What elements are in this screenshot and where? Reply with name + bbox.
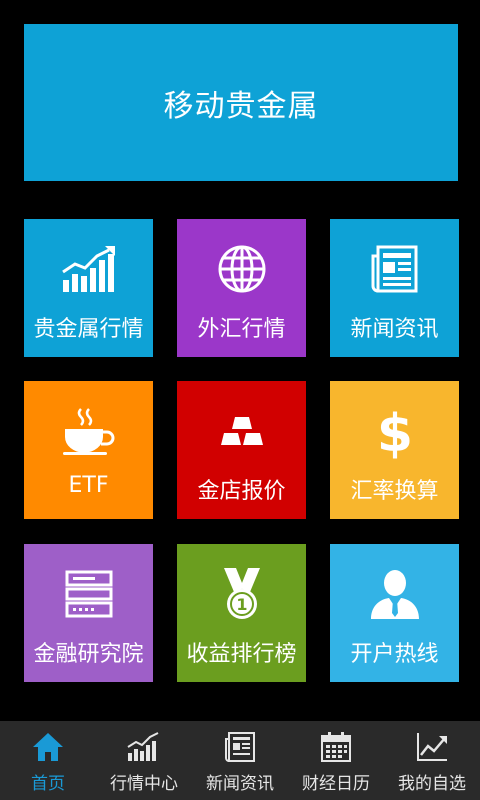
tile-gold-store-prices[interactable]: 金店报价 [177,381,306,519]
tile-forex-quotes[interactable]: 外汇行情 [177,219,306,357]
svg-text:1: 1 [236,595,247,614]
tile-label: 收益排行榜 [186,642,297,667]
tile-label: 外汇行情 [197,317,286,342]
tile-precious-metals-quotes[interactable]: 贵金属行情 [24,219,153,357]
bottom-navigation: 首页 行情中心 新闻资讯 财经日历 我的自选 [0,721,480,800]
market-chart-icon [126,729,162,765]
app-title: 移动贵金属 [163,88,319,124]
nav-label: 新闻资讯 [206,774,274,794]
server-icon [64,566,114,622]
nav-label: 首页 [31,774,65,794]
tile-label: 汇率换算 [350,479,439,504]
tile-account-opening-hotline[interactable]: 开户热线 [330,544,459,682]
bar-chart-trend-icon [61,241,117,297]
nav-item-financial-calendar[interactable]: 财经日历 [288,721,384,800]
tile-label: ETF [68,473,109,498]
newspaper-icon [224,729,256,765]
tile-label: 金融研究院 [33,642,144,667]
tile-etf[interactable]: ETF [24,381,153,519]
tile-news[interactable]: 新闻资讯 [330,219,459,357]
dollar-sign-icon: $ [373,403,417,459]
tile-financial-research-institute[interactable]: 金融研究院 [24,544,153,682]
trend-line-icon [415,729,449,765]
calendar-icon [320,729,352,765]
tile-exchange-rate-converter[interactable]: $ 汇率换算 [330,381,459,519]
person-icon [369,566,421,622]
globe-icon [216,241,268,297]
tile-label: 贵金属行情 [33,317,144,342]
app-title-banner: 移动贵金属 [24,24,458,181]
nav-label: 行情中心 [110,774,178,794]
nav-label: 财经日历 [302,774,370,794]
coffee-cup-icon [61,403,117,459]
tile-label: 金店报价 [197,479,286,504]
nav-item-home[interactable]: 首页 [0,721,96,800]
nav-item-market-center[interactable]: 行情中心 [96,721,192,800]
tile-label: 开户热线 [350,642,439,667]
svg-text:$: $ [376,404,412,459]
gold-bars-icon [216,403,268,459]
nav-item-news[interactable]: 新闻资讯 [192,721,288,800]
newspaper-icon [370,241,420,297]
tile-earnings-ranking[interactable]: 1 收益排行榜 [177,544,306,682]
nav-label: 我的自选 [398,774,466,794]
tile-label: 新闻资讯 [350,317,439,342]
medal-icon: 1 [218,566,266,622]
home-icon [31,729,65,765]
nav-item-my-watchlist[interactable]: 我的自选 [384,721,480,800]
